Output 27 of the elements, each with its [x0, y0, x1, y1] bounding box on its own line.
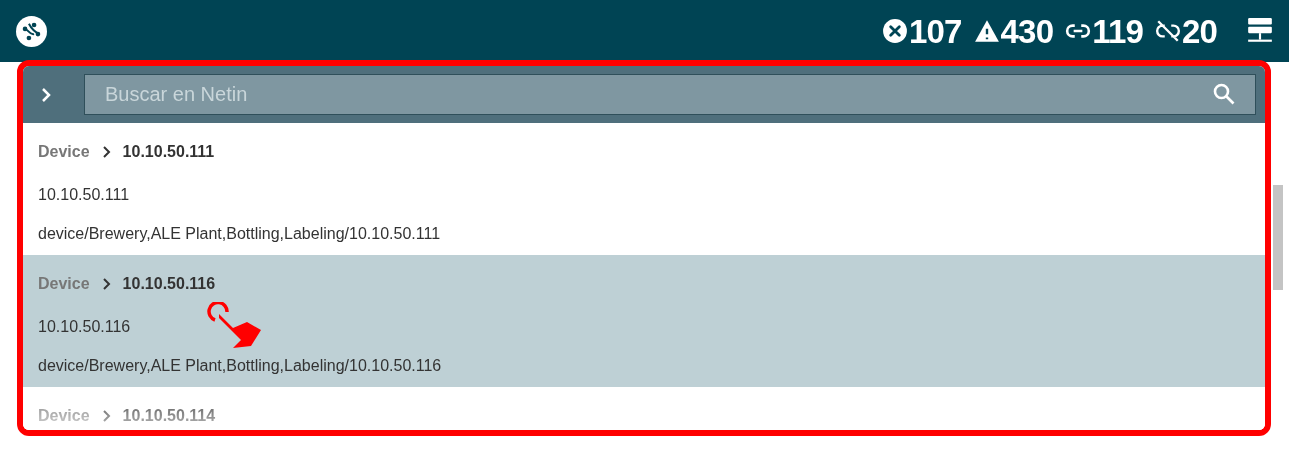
stat-count: 119 [1092, 14, 1143, 48]
result-category: Device [38, 142, 90, 162]
result-value: 10.10.50.111 [38, 185, 130, 205]
scrollbar-thumb[interactable] [1273, 185, 1283, 290]
result-title: 10.10.50.111 [122, 142, 215, 162]
chevron-right-icon [101, 146, 111, 158]
chevron-right-icon [101, 410, 111, 422]
server-icon[interactable] [1247, 17, 1273, 45]
result-category: Device [38, 406, 90, 426]
chevron-right-icon[interactable] [40, 86, 52, 103]
warning-icon [973, 18, 1000, 44]
chevron-right-icon [101, 278, 111, 290]
search-field[interactable]: Buscar en Netin [84, 74, 1256, 115]
unlink-icon [1154, 18, 1181, 44]
result-category: Device [38, 274, 90, 294]
stat-count: 430 [1000, 14, 1054, 48]
result-path: device/Brewery,ALE Plant,Bottling,Labeling/10.10.50.116 [38, 356, 442, 376]
stat-count: 107 [909, 14, 962, 48]
search-icon[interactable] [1212, 82, 1236, 106]
result-title: 10.10.50.116 [122, 274, 216, 294]
stat-count: 20 [1181, 14, 1217, 48]
result-value: 10.10.50.116 [38, 317, 131, 337]
search-result[interactable]: Device 10.10.50.116 10.10.50.116 device/Brewery,ALE Plant,Bottling,Labeling/10.10.50.116 [23, 255, 1265, 387]
network-logo-icon[interactable] [16, 15, 47, 47]
close-circle-icon [882, 18, 908, 44]
result-title: 10.10.50.114 [122, 406, 216, 426]
result-path: device/Brewery,ALE Plant,Bottling,Labeling/10.10.50.111 [38, 224, 441, 244]
